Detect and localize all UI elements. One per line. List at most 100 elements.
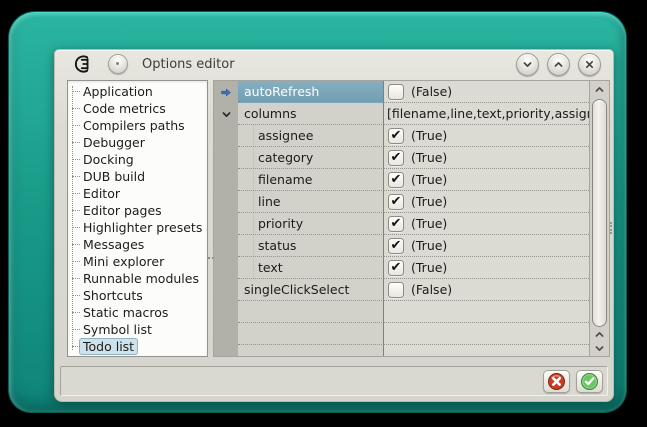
chevron-down-icon: [522, 59, 533, 70]
value-label: (True): [411, 194, 447, 209]
empty-value-cell: [384, 345, 589, 356]
gutter-cell: [214, 169, 238, 191]
checkbox-priority[interactable]: [388, 216, 404, 232]
value-label: (True): [411, 150, 447, 165]
empty-name-cell: [238, 301, 384, 323]
sidebar-item-label: DUB build: [83, 169, 145, 184]
empty-row: [214, 345, 589, 356]
property-name-filename[interactable]: filename: [238, 169, 384, 191]
sidebar-item-static-macros[interactable]: Static macros: [68, 304, 207, 321]
gutter-cell: [214, 345, 238, 356]
sidebar-item-label: Editor pages: [83, 203, 162, 218]
value-label: (True): [411, 172, 447, 187]
property-name-columns[interactable]: columns: [238, 103, 384, 125]
sidebar-item-label: Debugger: [83, 135, 145, 150]
sidebar-item-editor[interactable]: Editor: [68, 185, 207, 202]
maximize-button[interactable]: [547, 53, 570, 76]
chevron-up-icon: [553, 59, 564, 70]
property-row: filename (True): [214, 169, 589, 191]
value-label: (True): [411, 238, 447, 253]
property-name-singleClickSelect[interactable]: singleClickSelect: [238, 279, 384, 301]
property-name-category[interactable]: category: [238, 147, 384, 169]
sidebar-item-label: Static macros: [83, 305, 168, 320]
property-rows: autoRefresh (False) columns[filename,line,…: [214, 81, 589, 356]
property-name-line[interactable]: line: [238, 191, 384, 213]
vertical-scrollbar[interactable]: [589, 81, 609, 356]
sidebar-item-symbol-list[interactable]: Symbol list: [68, 321, 207, 338]
value-text[interactable]: [filename,line,text,priority,assignee: [384, 106, 589, 121]
sidebar-item-mini-explorer[interactable]: Mini explorer: [68, 253, 207, 270]
empty-name-cell: [238, 323, 384, 345]
property-name-assignee[interactable]: assignee: [238, 125, 384, 147]
sidebar-item-highlighter-presets[interactable]: Highlighter presets: [68, 219, 207, 236]
value-label: (False): [411, 84, 452, 99]
property-value: (True): [384, 257, 589, 279]
value-label: (True): [411, 216, 447, 231]
scroll-up-icon[interactable]: [590, 82, 609, 96]
sidebar-item-code-metrics[interactable]: Code metrics: [68, 100, 207, 117]
cancel-button[interactable]: [543, 370, 570, 393]
property-value: (True): [384, 213, 589, 235]
sidebar-item-shortcuts[interactable]: Shortcuts: [68, 287, 207, 304]
sidebar-item-dub-build[interactable]: DUB build: [68, 168, 207, 185]
gutter-cell: [214, 257, 238, 279]
sidebar-item-label: Symbol list: [83, 322, 152, 337]
checkbox-singleClickSelect[interactable]: [388, 282, 404, 298]
property-name-text[interactable]: text: [238, 257, 384, 279]
sidebar-item-label: Highlighter presets: [83, 220, 202, 235]
checkbox-status[interactable]: [388, 238, 404, 254]
sidebar-item-label: Compilers paths: [83, 118, 185, 133]
checkbox-line[interactable]: [388, 194, 404, 210]
gutter-cell: [214, 235, 238, 257]
minimize-button[interactable]: [516, 53, 539, 76]
window-frame: Options editor ApplicationCode metricsCo…: [9, 12, 626, 412]
value-label: (True): [411, 128, 447, 143]
close-button[interactable]: [578, 53, 601, 76]
window-menu-button[interactable]: [108, 54, 128, 74]
value-label: (True): [411, 260, 447, 275]
checkbox-assignee[interactable]: [388, 128, 404, 144]
gutter-cell: [214, 213, 238, 235]
accept-button[interactable]: [576, 370, 603, 393]
property-name-status[interactable]: status: [238, 235, 384, 257]
sidebar-item-docking[interactable]: Docking: [68, 151, 207, 168]
sidebar-item-application[interactable]: Application: [68, 83, 207, 100]
sidebar-item-todo-list[interactable]: Todo list: [68, 338, 207, 355]
sidebar-item-editor-pages[interactable]: Editor pages: [68, 202, 207, 219]
category-tree: ApplicationCode metricsCompilers paths De…: [67, 80, 208, 357]
chevron-down-icon[interactable]: [214, 103, 238, 125]
red-cross-icon: [547, 372, 566, 391]
green-check-icon: [580, 372, 599, 391]
property-row: columns[filename,line,text,priority,assi…: [214, 103, 589, 125]
checkbox-category[interactable]: [388, 150, 404, 166]
property-row: priority (True): [214, 213, 589, 235]
scrollbar-thumb[interactable]: [592, 99, 607, 327]
property-row: status (True): [214, 235, 589, 257]
scroll-down-icon[interactable]: [590, 341, 609, 355]
gutter-cell: [214, 125, 238, 147]
checkbox-text[interactable]: [388, 260, 404, 276]
sidebar-item-runnable-modules[interactable]: Runnable modules: [68, 270, 207, 287]
property-name-autoRefresh[interactable]: autoRefresh: [238, 81, 384, 103]
checkbox-filename[interactable]: [388, 172, 404, 188]
scroll-up-icon[interactable]: [590, 327, 609, 341]
footer-bar: [60, 366, 608, 396]
empty-value-cell: [384, 301, 589, 323]
sidebar-item-label: Messages: [83, 237, 144, 252]
gutter-cell: [214, 147, 238, 169]
property-value: (True): [384, 125, 589, 147]
sidebar-item-compilers-paths[interactable]: Compilers paths: [68, 117, 207, 134]
property-name-priority[interactable]: priority: [238, 213, 384, 235]
property-value: (False): [384, 279, 589, 301]
property-row: assignee (True): [214, 125, 589, 147]
property-row: category (True): [214, 147, 589, 169]
sidebar-item-debugger[interactable]: Debugger: [68, 134, 207, 151]
resize-grip[interactable]: [610, 222, 612, 234]
titlebar-controls: [516, 53, 601, 76]
checkbox-autoRefresh[interactable]: [388, 84, 404, 100]
property-value: (True): [384, 147, 589, 169]
sidebar-item-messages[interactable]: Messages: [68, 236, 207, 253]
property-value: (False): [384, 81, 589, 103]
property-row: singleClickSelect(False): [214, 279, 589, 301]
sidebar-item-label: Application: [83, 84, 153, 99]
